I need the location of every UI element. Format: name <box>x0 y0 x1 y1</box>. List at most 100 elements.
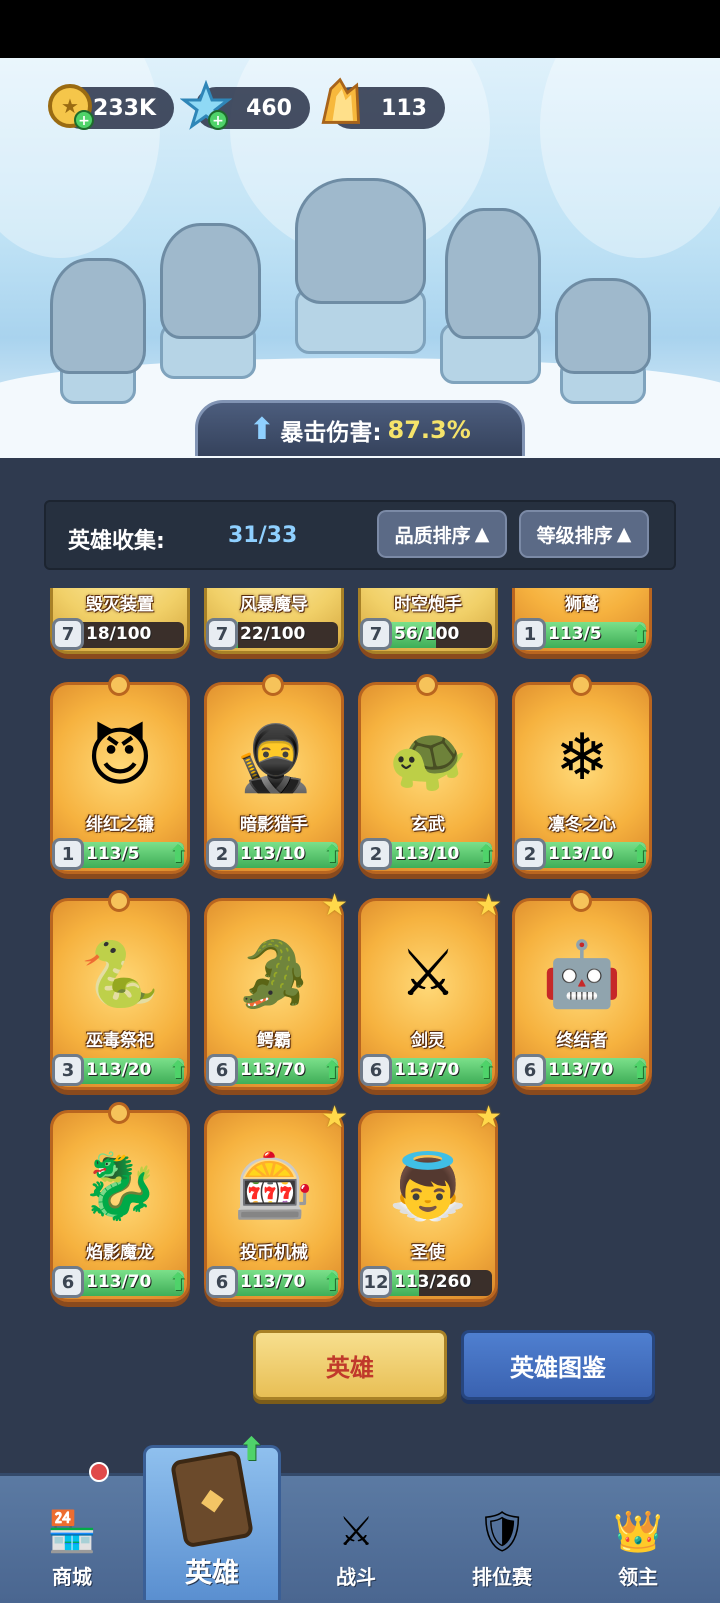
hero-level-badge: 2 <box>360 838 392 870</box>
hero-portrait-icon: 🐍 <box>80 937 160 1012</box>
hero-level-badge: 6 <box>206 1266 238 1298</box>
hero-name: 狮鹫 <box>565 595 599 615</box>
hero-card[interactable]: 🤖 终结者 113/70 6 ⬆ <box>512 890 652 1098</box>
status-bar <box>0 0 720 58</box>
card-gem-icon <box>570 890 592 912</box>
hero-grid: ⚙ 毁灭装置 18/100 7 🧙 风暴魔导 22/100 7 🔫 时空炮手 5… <box>0 588 720 1338</box>
hero-level-badge: 6 <box>360 1054 392 1086</box>
hero-card[interactable]: 🔫 时空炮手 56/100 7 <box>358 588 498 662</box>
hero-portrait-icon: 👼 <box>388 1149 468 1224</box>
hero-card[interactable]: 🐉 焰影魔龙 113/70 6 ⬆ <box>50 1102 190 1310</box>
hero-portrait-icon: 😈 <box>86 721 154 795</box>
hero-card[interactable]: 👼 圣使 113/260 12 ★ <box>358 1100 502 1310</box>
upgrade-arrow-icon: ⬆ <box>629 840 650 868</box>
nav-ranked-label: 排位赛 <box>472 1565 532 1589</box>
hero-name: 剑灵 <box>411 1031 445 1051</box>
hero-button[interactable]: 英雄 <box>253 1330 447 1400</box>
ice-arch <box>540 58 720 258</box>
svg-text:+: + <box>212 113 224 129</box>
hero-level-badge: 2 <box>514 838 546 870</box>
hero-card[interactable]: ⚔ 剑灵 113/70 6 ⬆ ★ <box>358 888 502 1098</box>
svg-text:+: + <box>78 113 90 129</box>
card-gem-icon <box>108 1102 130 1124</box>
upgrade-arrow-icon: ⬆ <box>475 840 496 868</box>
hero-card[interactable]: 🦅 狮鹫 113/5 1 ⬆ <box>512 588 652 662</box>
hero-name: 暗影猎手 <box>240 815 308 835</box>
hero-portrait-icon: 🥷 <box>234 721 314 796</box>
card-gem-icon <box>262 674 284 696</box>
hero-level-badge: 3 <box>52 1054 84 1086</box>
collection-count: 31/33 <box>228 523 298 548</box>
hero-level-badge: 7 <box>206 618 238 650</box>
hero-progress-text: 56/100 <box>394 624 460 644</box>
crystal-value: 460 <box>246 95 292 121</box>
sort-level-button[interactable]: 等级排序 ▲ <box>519 510 649 558</box>
hero-card[interactable]: ⚙ 毁灭装置 18/100 7 <box>50 588 190 662</box>
hero-progress-text: 113/260 <box>394 1272 472 1292</box>
statue-griffin <box>160 223 261 339</box>
hero-card[interactable]: 🧙 风暴魔导 22/100 7 <box>204 588 344 662</box>
star-icon: ★ <box>321 888 348 923</box>
hero-card[interactable]: 🐍 巫毒祭祀 113/20 3 ⬆ <box>50 890 190 1098</box>
hero-portrait-icon: ⚔ <box>399 937 457 1011</box>
sort-quality-button[interactable]: 品质排序 ▲ <box>377 510 507 558</box>
collection-label: 英雄收集: <box>68 529 165 554</box>
hero-level-badge: 7 <box>52 618 84 650</box>
hero-card[interactable]: 🐊 鳄霸 113/70 6 ⬆ ★ <box>204 888 348 1098</box>
star-icon: ★ <box>475 1100 502 1135</box>
triangle-up-icon: ▲ <box>616 523 632 545</box>
nav-shop[interactable]: 🏪 商城 <box>12 1473 132 1600</box>
hero-name: 毁灭装置 <box>86 595 154 615</box>
upgrade-arrow-icon: ⬆ <box>167 1268 188 1296</box>
star-icon: ★ <box>321 1100 348 1135</box>
hero-name: 玄武 <box>411 815 445 835</box>
hero-name: 巫毒祭祀 <box>86 1031 154 1051</box>
nav-lord[interactable]: 👑 领主 <box>578 1473 698 1600</box>
hero-level-badge: 2 <box>206 838 238 870</box>
hero-card[interactable]: 😈 绯红之镰 113/5 1 ⬆ <box>50 674 190 882</box>
hero-portrait-icon: 🐢 <box>388 721 468 796</box>
nav-battle-label: 战斗 <box>336 1565 376 1589</box>
sort-level-label: 等级排序 <box>536 524 613 547</box>
hero-portrait-icon: 🤖 <box>542 937 622 1012</box>
crown-banner-icon: 👑 <box>613 1509 663 1555</box>
hero-name: 投币机械 <box>240 1243 308 1263</box>
crit-label: 暴击伤害: <box>280 419 382 446</box>
hero-card[interactable]: ❄ 凛冬之心 113/10 2 ⬆ <box>512 674 652 882</box>
gold-coin-icon[interactable]: ★ + <box>44 80 96 132</box>
card-gem-icon <box>416 674 438 696</box>
hero-name: 绯红之镰 <box>86 815 154 835</box>
hero-level-badge: 1 <box>514 618 546 650</box>
upgrade-arrow-icon: ⬆ <box>321 840 342 868</box>
hero-level-badge: 6 <box>514 1054 546 1086</box>
notification-dot <box>89 1462 109 1482</box>
snowflake-crystal-icon[interactable]: + <box>180 80 232 132</box>
hero-name: 终结者 <box>556 1031 608 1051</box>
crit-value: 87.3% <box>387 415 471 444</box>
arrow-up-icon: ⬆ <box>249 412 275 447</box>
hero-level-badge: 12 <box>360 1266 392 1298</box>
hero-name: 风暴魔导 <box>240 595 308 615</box>
upgrade-arrow-icon: ⬆ <box>629 620 650 648</box>
hero-name: 时空炮手 <box>394 595 462 615</box>
sort-quality-label: 品质排序 <box>394 524 471 547</box>
card-gem-icon <box>108 890 130 912</box>
upgrade-arrow-icon: ⬆ <box>475 1056 496 1084</box>
statue-warrior <box>50 258 146 374</box>
hero-card[interactable]: 🥷 暗影猎手 113/10 2 ⬆ <box>204 674 344 882</box>
statue-dragon <box>295 178 426 304</box>
hero-level-badge: 1 <box>52 838 84 870</box>
nav-ranked[interactable]: 🛡 排位赛 <box>442 1473 562 1600</box>
hero-portrait-icon: ❄ <box>555 721 609 795</box>
nav-battle[interactable]: ⚔ 战斗 <box>296 1473 416 1600</box>
hero-card[interactable]: 🐢 玄武 113/10 2 ⬆ <box>358 674 498 882</box>
hero-codex-button[interactable]: 英雄图鉴 <box>461 1330 655 1400</box>
nav-hero-active[interactable]: ◆ 英雄 <box>143 1445 281 1600</box>
nav-hero-label: 英雄 <box>185 1558 239 1589</box>
gold-value: 233K <box>93 95 156 121</box>
crossed-swords-icon: ⚔ <box>338 1509 374 1555</box>
hero-progress-text: 18/100 <box>86 624 152 644</box>
hero-card[interactable]: 🎰 投币机械 113/70 6 ⬆ ★ <box>204 1100 348 1310</box>
hero-portrait-icon: 🐊 <box>234 937 314 1012</box>
amber-shard-icon[interactable] <box>314 76 366 128</box>
